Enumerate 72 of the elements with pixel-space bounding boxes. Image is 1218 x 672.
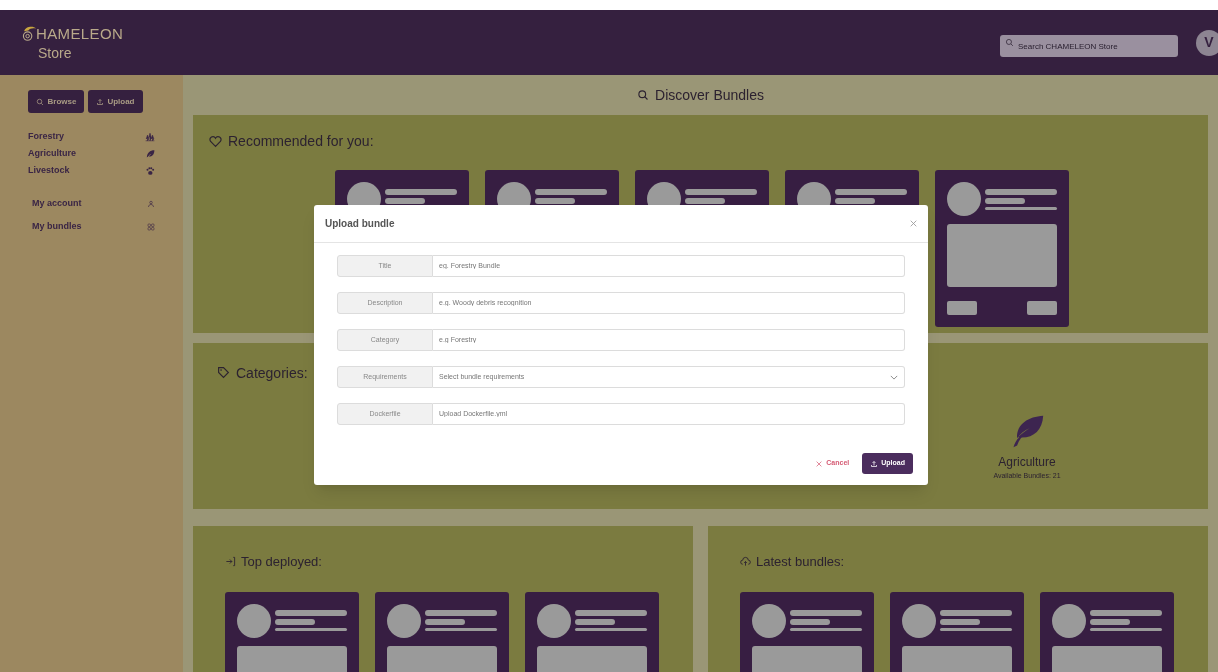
line-placeholder bbox=[790, 610, 862, 616]
close-icon bbox=[816, 460, 823, 467]
trees-icon bbox=[145, 131, 155, 142]
user-icon bbox=[147, 199, 155, 208]
search-icon bbox=[637, 89, 650, 101]
line-placeholder bbox=[275, 628, 347, 631]
line-placeholder bbox=[575, 619, 615, 625]
line-placeholder bbox=[790, 619, 830, 625]
avatar-placeholder bbox=[752, 603, 786, 638]
grid-icon bbox=[147, 222, 155, 231]
avatar-placeholder bbox=[1052, 603, 1086, 638]
button-placeholder bbox=[947, 301, 977, 315]
line-placeholder bbox=[425, 628, 497, 631]
sidebar-button[interactable]: Upload bbox=[88, 90, 143, 113]
avatar-placeholder bbox=[237, 603, 271, 638]
cloud-upload-icon bbox=[740, 556, 751, 568]
line-placeholder bbox=[940, 628, 1012, 631]
sidebar-item[interactable]: Forestry bbox=[28, 131, 155, 142]
avatar-placeholder bbox=[947, 182, 981, 216]
leaf-icon bbox=[145, 148, 155, 159]
line-placeholder bbox=[685, 197, 725, 204]
chevron-down-icon bbox=[890, 374, 898, 380]
dialog-title: Upload bundle bbox=[325, 217, 395, 231]
line-placeholder bbox=[940, 619, 980, 625]
line-placeholder bbox=[985, 188, 1057, 195]
line-placeholder bbox=[535, 197, 575, 204]
section-title: Latest bundles: bbox=[756, 553, 845, 571]
sidebar-item[interactable]: Livestock bbox=[28, 165, 155, 176]
line-placeholder bbox=[385, 188, 457, 195]
enter-icon bbox=[225, 556, 236, 568]
close-icon[interactable] bbox=[910, 220, 917, 227]
line-placeholder bbox=[425, 610, 497, 616]
heart-icon bbox=[209, 135, 222, 148]
sidebar-button[interactable]: Browse bbox=[28, 90, 85, 113]
line-placeholder bbox=[985, 206, 1057, 210]
line-placeholder bbox=[835, 188, 907, 195]
line-placeholder bbox=[985, 197, 1025, 204]
line-placeholder bbox=[835, 197, 875, 204]
line-placeholder bbox=[940, 610, 1012, 616]
upload-icon bbox=[870, 459, 879, 468]
search-field[interactable]: Search CHAMELEON Store bbox=[1000, 35, 1178, 57]
line-placeholder bbox=[1090, 619, 1130, 625]
line-placeholder bbox=[790, 628, 862, 631]
line-placeholder bbox=[575, 610, 647, 616]
line-placeholder bbox=[275, 619, 315, 625]
section-title: Top deployed: bbox=[241, 553, 322, 571]
sidebar-item[interactable]: Agriculture bbox=[28, 148, 155, 159]
page-title: Discover Bundles bbox=[655, 85, 764, 105]
logo-subtext: Store bbox=[38, 44, 73, 63]
avatar-placeholder bbox=[387, 603, 421, 638]
line-placeholder bbox=[1090, 628, 1162, 631]
sidebar-item[interactable]: My bundles bbox=[32, 221, 155, 232]
upload-icon bbox=[96, 97, 105, 106]
section-title: Recommended for you: bbox=[228, 132, 374, 151]
line-placeholder bbox=[425, 619, 465, 625]
line-placeholder bbox=[1090, 610, 1162, 616]
search-icon bbox=[36, 97, 45, 106]
tag-icon bbox=[217, 366, 230, 379]
logo-text: HAMELEON bbox=[36, 26, 124, 42]
line-placeholder bbox=[275, 610, 347, 616]
line-placeholder bbox=[685, 188, 757, 195]
line-placeholder bbox=[535, 188, 607, 195]
avatar-placeholder bbox=[902, 603, 936, 638]
section-title: Categories: bbox=[236, 364, 308, 383]
paw-icon bbox=[145, 165, 155, 176]
avatar-placeholder bbox=[537, 603, 571, 638]
line-placeholder bbox=[575, 628, 647, 631]
line-placeholder bbox=[385, 197, 425, 204]
sidebar-item[interactable]: My account bbox=[32, 198, 155, 209]
category-name[interactable]: Agriculture bbox=[998, 453, 1056, 471]
avatar[interactable]: V bbox=[1196, 29, 1218, 56]
button-placeholder bbox=[1027, 301, 1057, 315]
